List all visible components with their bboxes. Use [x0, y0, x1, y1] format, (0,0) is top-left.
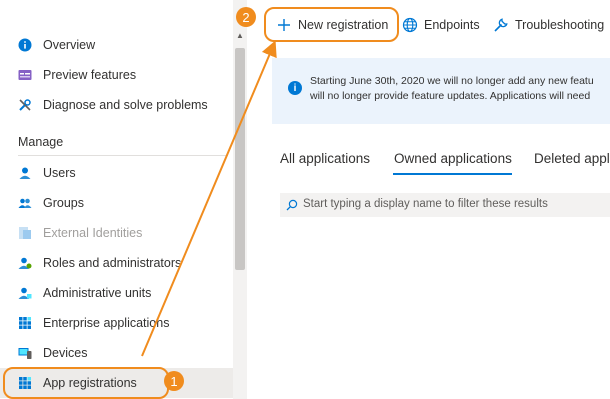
step-badge-1: 1	[164, 371, 184, 391]
callout-arrow	[141, 40, 277, 357]
step-badge-2: 2	[236, 7, 256, 27]
